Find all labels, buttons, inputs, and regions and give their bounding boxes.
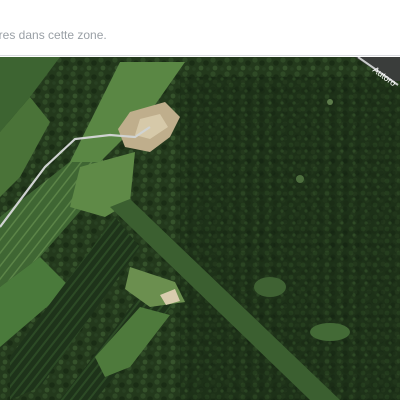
map-notice-bar: taires dans cette zone. [0,0,400,56]
forest-clearing [254,277,286,297]
map-app: taires dans cette zone. [0,0,400,400]
dense-forest-area [180,77,400,400]
satellite-imagery[interactable]: Autoro [0,57,400,400]
satellite-map-view[interactable]: Autoro [0,57,400,400]
map-notice-text: taires dans cette zone. [0,28,107,42]
forest-clearing [310,323,350,341]
forest-clearing [296,175,304,183]
forest-clearing [327,99,333,105]
